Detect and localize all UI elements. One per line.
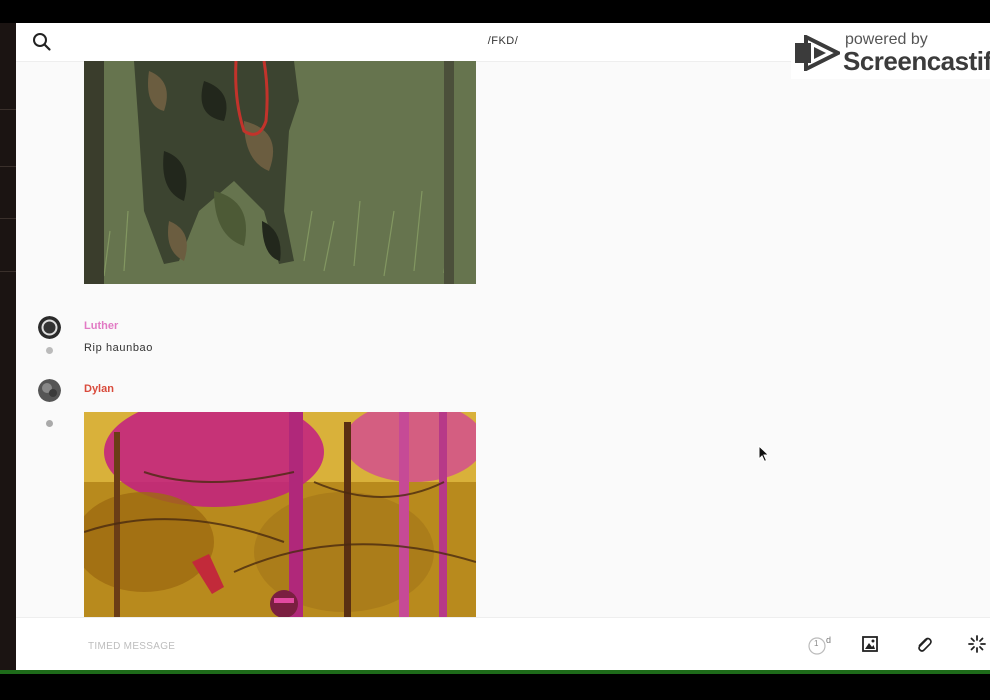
mouse-cursor-icon	[758, 445, 770, 463]
sidebar-divider	[0, 271, 16, 272]
avatar-luther	[38, 316, 61, 339]
message-image[interactable]	[84, 412, 476, 617]
camouflage-photo	[84, 61, 476, 284]
sidebar-divider	[0, 218, 16, 219]
message-timer-button[interactable]: 1 d	[808, 635, 838, 657]
presence-indicator	[46, 347, 53, 354]
message-author[interactable]: Dylan	[84, 383, 114, 395]
sparkle-icon[interactable]	[968, 635, 986, 653]
message-author[interactable]: Luther	[84, 320, 118, 332]
paperclip-icon[interactable]	[915, 635, 933, 653]
window-top-bar	[0, 0, 990, 23]
message-text: Rip haunbao	[84, 342, 153, 354]
chat-app: /FKD/ powered by Screencastify Luther Ri…	[16, 23, 990, 670]
window-bottom-bar	[0, 674, 990, 700]
message-feed[interactable]: Luther Rip haunbao Dylan	[16, 61, 990, 617]
forest-photo	[84, 412, 476, 617]
presence-indicator	[46, 420, 53, 427]
timer-value: 1	[814, 639, 819, 648]
left-sidebar-edge	[0, 23, 16, 671]
avatar[interactable]	[38, 316, 61, 339]
sidebar-divider	[0, 166, 16, 167]
sidebar-divider	[0, 109, 16, 110]
avatar-dylan	[38, 379, 61, 402]
timed-message-input[interactable]	[86, 637, 510, 655]
image-icon[interactable]	[862, 636, 878, 652]
message-image[interactable]	[84, 61, 476, 284]
avatar[interactable]	[38, 379, 61, 402]
message-composer: 1 d	[16, 617, 990, 670]
timer-unit: d	[826, 635, 832, 645]
